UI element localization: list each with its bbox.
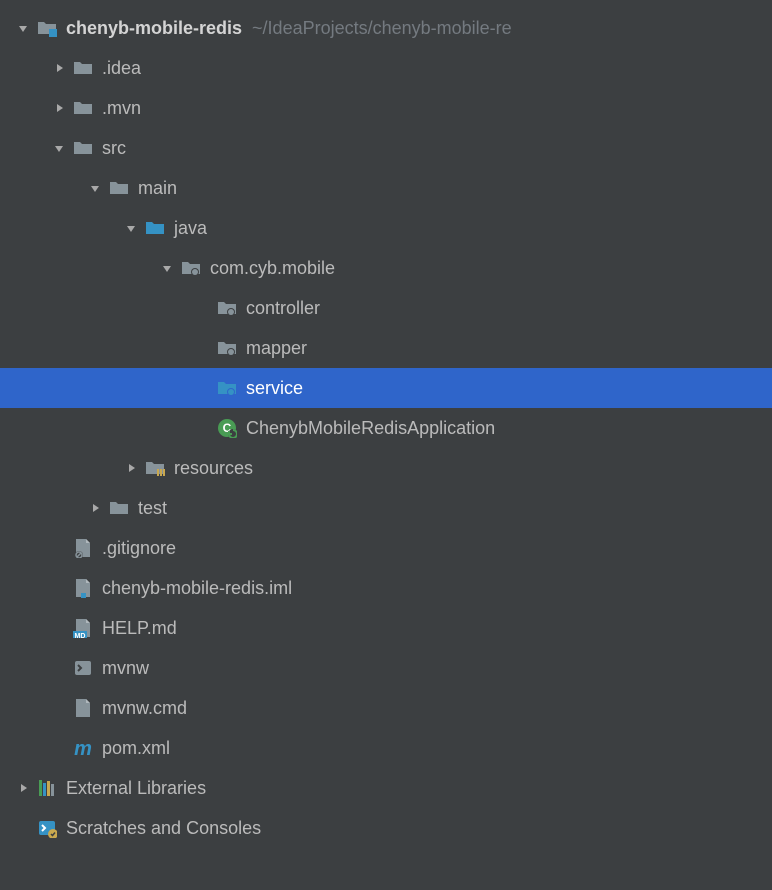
file-label: HELP.md bbox=[102, 618, 177, 639]
tree-row-iml[interactable]: chenyb-mobile-redis.iml bbox=[0, 568, 772, 608]
folder-label: .idea bbox=[102, 58, 141, 79]
tree-row-main[interactable]: main bbox=[0, 168, 772, 208]
chevron-right-icon[interactable] bbox=[86, 499, 104, 517]
file-label: mvnw bbox=[102, 658, 149, 679]
chevron-down-icon[interactable] bbox=[122, 219, 140, 237]
tree-row-scratches[interactable]: Scratches and Consoles bbox=[0, 808, 772, 848]
tree-row-app-class[interactable]: ChenybMobileRedisApplication bbox=[0, 408, 772, 448]
gitignore-file-icon bbox=[72, 537, 94, 559]
source-folder-icon bbox=[144, 217, 166, 239]
library-icon bbox=[36, 777, 58, 799]
package-icon bbox=[216, 377, 238, 399]
spring-class-icon bbox=[216, 417, 238, 439]
tree-row-java[interactable]: java bbox=[0, 208, 772, 248]
tree-row-test[interactable]: test bbox=[0, 488, 772, 528]
project-root-label: chenyb-mobile-redis bbox=[66, 18, 242, 39]
folder-label: .mvn bbox=[102, 98, 141, 119]
markdown-file-icon bbox=[72, 617, 94, 639]
chevron-down-icon[interactable] bbox=[50, 139, 68, 157]
package-icon bbox=[216, 297, 238, 319]
tree-row-project-root[interactable]: chenyb-mobile-redis ~/IdeaProjects/cheny… bbox=[0, 8, 772, 48]
tree-row-mapper[interactable]: mapper bbox=[0, 328, 772, 368]
tree-row-gitignore[interactable]: .gitignore bbox=[0, 528, 772, 568]
tree-row-service[interactable]: service bbox=[0, 368, 772, 408]
chevron-right-icon[interactable] bbox=[122, 459, 140, 477]
file-label: pom.xml bbox=[102, 738, 170, 759]
folder-icon bbox=[72, 57, 94, 79]
file-label: chenyb-mobile-redis.iml bbox=[102, 578, 292, 599]
project-root-path: ~/IdeaProjects/chenyb-mobile-re bbox=[252, 18, 512, 39]
package-label: com.cyb.mobile bbox=[210, 258, 335, 279]
folder-icon bbox=[108, 497, 130, 519]
maven-file-icon bbox=[72, 737, 94, 759]
chevron-right-icon[interactable] bbox=[50, 99, 68, 117]
package-icon bbox=[216, 337, 238, 359]
tree-row-mvnwcmd[interactable]: mvnw.cmd bbox=[0, 688, 772, 728]
tree-row-idea[interactable]: .idea bbox=[0, 48, 772, 88]
tree-row-src[interactable]: src bbox=[0, 128, 772, 168]
resources-folder-icon bbox=[144, 457, 166, 479]
class-label: ChenybMobileRedisApplication bbox=[246, 418, 495, 439]
file-icon bbox=[72, 697, 94, 719]
file-label: mvnw.cmd bbox=[102, 698, 187, 719]
folder-label: main bbox=[138, 178, 177, 199]
tree-row-pom[interactable]: pom.xml bbox=[0, 728, 772, 768]
package-icon bbox=[180, 257, 202, 279]
external-libraries-label: External Libraries bbox=[66, 778, 206, 799]
tree-row-resources[interactable]: resources bbox=[0, 448, 772, 488]
folder-label: test bbox=[138, 498, 167, 519]
package-label: mapper bbox=[246, 338, 307, 359]
file-label: .gitignore bbox=[102, 538, 176, 559]
folder-icon bbox=[72, 97, 94, 119]
chevron-down-icon[interactable] bbox=[14, 19, 32, 37]
folder-icon bbox=[108, 177, 130, 199]
shell-file-icon bbox=[72, 657, 94, 679]
tree-row-mvnw[interactable]: mvnw bbox=[0, 648, 772, 688]
tree-row-controller[interactable]: controller bbox=[0, 288, 772, 328]
chevron-right-icon[interactable] bbox=[50, 59, 68, 77]
project-tree: chenyb-mobile-redis ~/IdeaProjects/cheny… bbox=[0, 0, 772, 848]
folder-icon bbox=[72, 137, 94, 159]
tree-row-helpmd[interactable]: HELP.md bbox=[0, 608, 772, 648]
module-folder-icon bbox=[36, 17, 58, 39]
tree-row-mvn[interactable]: .mvn bbox=[0, 88, 772, 128]
scratches-icon bbox=[36, 817, 58, 839]
scratches-label: Scratches and Consoles bbox=[66, 818, 261, 839]
folder-label: src bbox=[102, 138, 126, 159]
chevron-right-icon[interactable] bbox=[14, 779, 32, 797]
folder-label: resources bbox=[174, 458, 253, 479]
folder-label: java bbox=[174, 218, 207, 239]
tree-row-package-root[interactable]: com.cyb.mobile bbox=[0, 248, 772, 288]
tree-row-external-libraries[interactable]: External Libraries bbox=[0, 768, 772, 808]
package-label: service bbox=[246, 378, 303, 399]
chevron-down-icon[interactable] bbox=[158, 259, 176, 277]
package-label: controller bbox=[246, 298, 320, 319]
chevron-down-icon[interactable] bbox=[86, 179, 104, 197]
iml-file-icon bbox=[72, 577, 94, 599]
